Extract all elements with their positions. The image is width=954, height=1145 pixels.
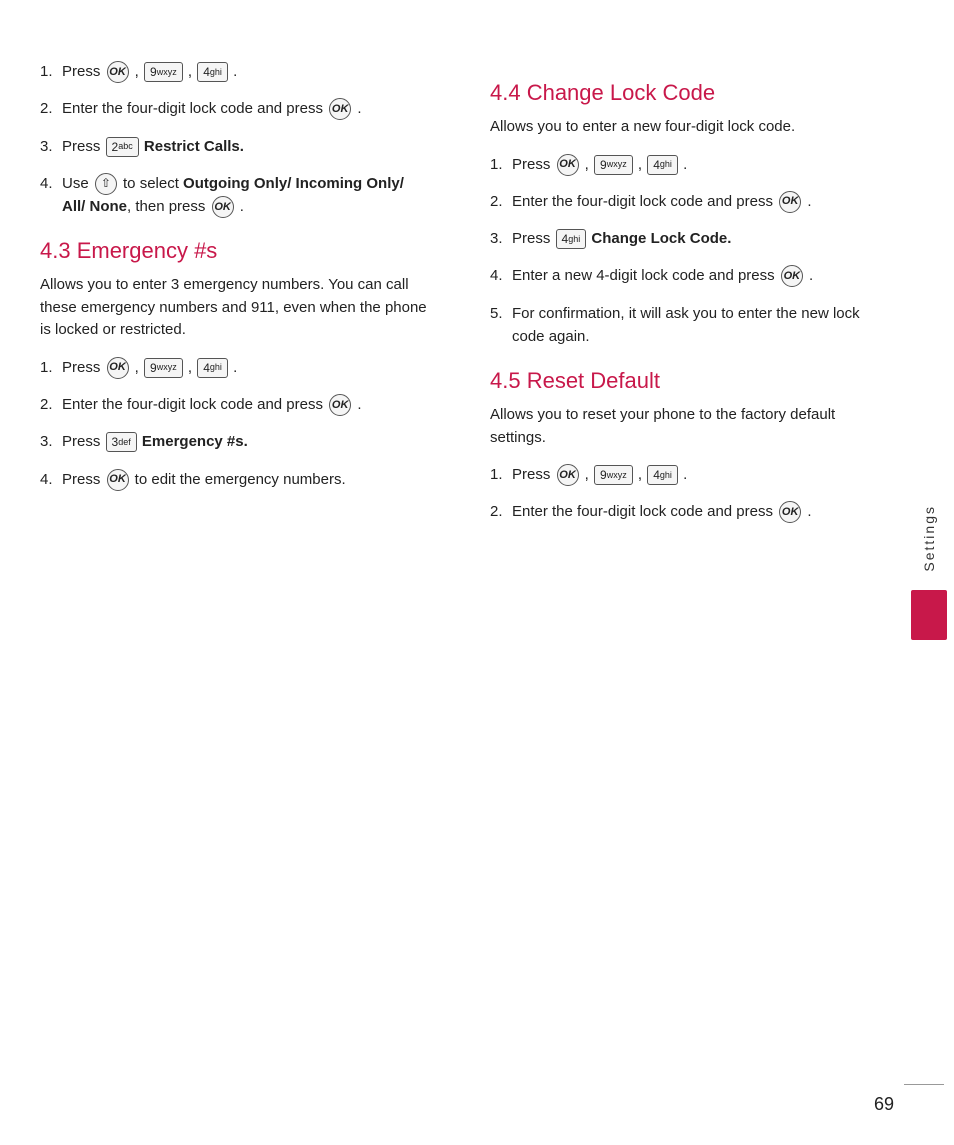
- section-43-heading: 4.3 Emergency #s: [40, 238, 430, 264]
- key-2abc: 2abc: [106, 137, 139, 157]
- step-bold-text: Change Lock Code.: [591, 230, 731, 247]
- ok-key: OK: [557, 464, 579, 486]
- ok-key: OK: [557, 154, 579, 176]
- step-43-3: 3. Press 3def Emergency #s.: [40, 430, 430, 453]
- step-44-3: 3. Press 4ghi Change Lock Code.: [490, 227, 880, 250]
- top-steps-list: 1. Press OK , 9wxyz , 4ghi . 2. Enter th…: [40, 60, 430, 218]
- ok-key: OK: [329, 98, 351, 120]
- section-43-steps: 1. Press OK , 9wxyz , 4ghi . 2. Enter th…: [40, 356, 430, 491]
- sidebar-bar: [911, 590, 947, 640]
- step-number: 4.: [40, 468, 62, 491]
- step-content: Press 3def Emergency #s.: [62, 430, 430, 453]
- step-number: 3.: [490, 227, 512, 250]
- step-content: Press OK , 9wxyz , 4ghi .: [512, 153, 880, 176]
- step-content: Press 2abc Restrict Calls.: [62, 135, 430, 158]
- step-number: 1.: [490, 153, 512, 176]
- step-44-4: 4. Enter a new 4-digit lock code and pre…: [490, 264, 880, 287]
- sidebar-label: Settings: [921, 505, 937, 572]
- key-9wxyz: 9wxyz: [594, 465, 633, 485]
- step-43-4: 4. Press OK to edit the emergency number…: [40, 468, 430, 491]
- step-content: Use ⇧ to select Outgoing Only/ Incoming …: [62, 172, 430, 219]
- ok-key: OK: [781, 265, 803, 287]
- key-4ghi: 4ghi: [556, 229, 587, 249]
- ok-key: OK: [107, 61, 129, 83]
- step-44-2: 2. Enter the four-digit lock code and pr…: [490, 190, 880, 213]
- step-44-1: 1. Press OK , 9wxyz , 4ghi .: [490, 153, 880, 176]
- step-number: 4.: [40, 172, 62, 195]
- step-content: Enter the four-digit lock code and press…: [62, 393, 430, 416]
- ok-key: OK: [107, 357, 129, 379]
- step-content: Press OK , 9wxyz , 4ghi .: [512, 463, 880, 486]
- step-45-1: 1. Press OK , 9wxyz , 4ghi .: [490, 463, 880, 486]
- section-43-intro: Allows you to enter 3 emergency numbers.…: [40, 274, 430, 342]
- page-number: 69: [874, 1094, 894, 1115]
- step-content: Enter the four-digit lock code and press…: [512, 500, 880, 523]
- step-number: 2.: [490, 500, 512, 523]
- step-4: 4. Use ⇧ to select Outgoing Only/ Incomi…: [40, 172, 430, 219]
- ok-key: OK: [212, 196, 234, 218]
- section-44-steps: 1. Press OK , 9wxyz , 4ghi . 2. Enter th…: [490, 153, 880, 349]
- ok-key: OK: [779, 191, 801, 213]
- step-44-5: 5. For confirmation, it will ask you to …: [490, 302, 880, 349]
- section-45-steps: 1. Press OK , 9wxyz , 4ghi . 2. Enter th…: [490, 463, 880, 524]
- key-9wxyz: 9wxyz: [594, 155, 633, 175]
- key-4ghi: 4ghi: [197, 358, 228, 378]
- step-number: 3.: [40, 430, 62, 453]
- step-45-2: 2. Enter the four-digit lock code and pr…: [490, 500, 880, 523]
- step-bold-text: Emergency #s.: [142, 433, 248, 450]
- step-bold-text: Restrict Calls.: [144, 138, 244, 155]
- nav-key: ⇧: [95, 173, 117, 195]
- step-number: 1.: [490, 463, 512, 486]
- step-number: 5.: [490, 302, 512, 325]
- step-content: Press OK , 9wxyz , 4ghi .: [62, 356, 430, 379]
- step-number: 1.: [40, 356, 62, 379]
- key-4ghi: 4ghi: [647, 155, 678, 175]
- divider-line: [904, 1084, 944, 1086]
- step-number: 2.: [40, 393, 62, 416]
- step-3: 3. Press 2abc Restrict Calls.: [40, 135, 430, 158]
- sidebar: Settings: [904, 0, 954, 1145]
- step-1: 1. Press OK , 9wxyz , 4ghi .: [40, 60, 430, 83]
- step-content: Enter the four-digit lock code and press…: [512, 190, 880, 213]
- step-number: 3.: [40, 135, 62, 158]
- step-43-1: 1. Press OK , 9wxyz , 4ghi .: [40, 356, 430, 379]
- section-45-intro: Allows you to reset your phone to the fa…: [490, 404, 880, 449]
- section-44-heading: 4.4 Change Lock Code: [490, 80, 880, 106]
- step-2: 2. Enter the four-digit lock code and pr…: [40, 97, 430, 120]
- right-column: 4.4 Change Lock Code Allows you to enter…: [460, 60, 880, 1085]
- key-9wxyz: 9wxyz: [144, 358, 183, 378]
- ok-key: OK: [107, 469, 129, 491]
- step-number: 2.: [490, 190, 512, 213]
- step-number: 4.: [490, 264, 512, 287]
- key-4ghi: 4ghi: [197, 62, 228, 82]
- step-content: Press 4ghi Change Lock Code.: [512, 227, 880, 250]
- left-column: 1. Press OK , 9wxyz , 4ghi . 2. Enter th…: [40, 60, 460, 1085]
- ok-key: OK: [779, 501, 801, 523]
- step-content: Enter a new 4-digit lock code and press …: [512, 264, 880, 287]
- step-content: Press OK to edit the emergency numbers.: [62, 468, 430, 491]
- step-number: 1.: [40, 60, 62, 83]
- step-content: Enter the four-digit lock code and press…: [62, 97, 430, 120]
- step-content: For confirmation, it will ask you to ent…: [512, 302, 880, 349]
- section-45-heading: 4.5 Reset Default: [490, 368, 880, 394]
- key-9wxyz: 9wxyz: [144, 62, 183, 82]
- step-43-2: 2. Enter the four-digit lock code and pr…: [40, 393, 430, 416]
- ok-key: OK: [329, 394, 351, 416]
- step-content: Press OK , 9wxyz , 4ghi .: [62, 60, 430, 83]
- step-number: 2.: [40, 97, 62, 120]
- key-3def: 3def: [106, 432, 137, 452]
- section-44-intro: Allows you to enter a new four-digit loc…: [490, 116, 880, 139]
- key-4ghi: 4ghi: [647, 465, 678, 485]
